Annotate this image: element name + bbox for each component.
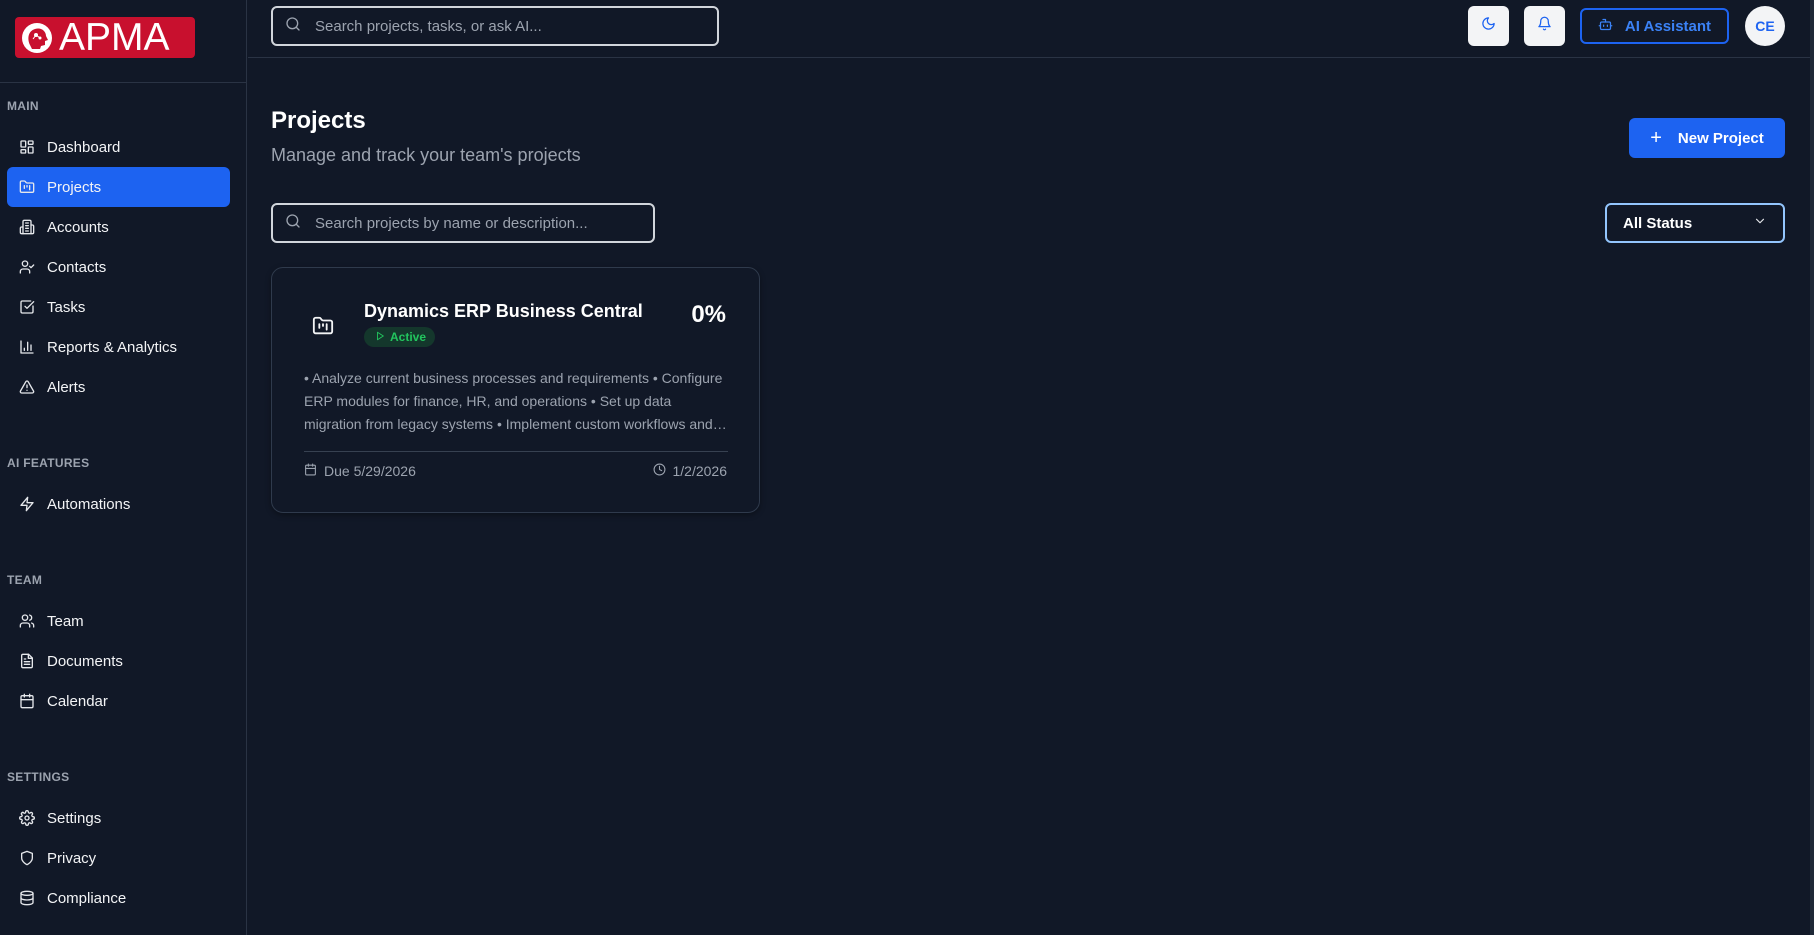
zap-icon <box>19 496 35 512</box>
bot-icon <box>1598 17 1625 36</box>
project-name: Dynamics ERP Business Central <box>364 301 643 321</box>
sidebar-item-label: Automations <box>47 495 131 513</box>
sidebar-item-label: Privacy <box>47 849 97 867</box>
section-team-label: TEAM <box>7 573 43 587</box>
search-icon <box>285 16 301 37</box>
new-project-label: New Project <box>1677 129 1764 147</box>
checkbox-icon <box>19 299 35 315</box>
page-title: Projects <box>271 107 366 134</box>
users-icon <box>19 613 35 629</box>
due-date-label: Due 5/29/2026 <box>324 463 416 479</box>
sidebar-item-alerts[interactable]: Alerts <box>7 367 230 407</box>
project-search[interactable] <box>271 203 655 243</box>
calendar-icon <box>304 463 324 479</box>
global-search[interactable] <box>271 6 719 46</box>
user-check-icon <box>19 259 35 275</box>
ai-assistant-button[interactable]: AI Assistant <box>1580 8 1729 44</box>
sidebar-item-label: Contacts <box>47 258 107 276</box>
status-badge-label: Active <box>390 330 427 344</box>
clock-icon <box>653 463 673 479</box>
moon-icon <box>1481 16 1496 36</box>
chevron-down-icon <box>1753 214 1767 232</box>
sidebar-item-calendar[interactable]: Calendar <box>7 681 230 721</box>
topbar: AI Assistant CE <box>248 0 1810 58</box>
project-card[interactable]: Dynamics ERP Business Central 0% Active … <box>271 267 760 513</box>
sidebar-item-label: Tasks <box>47 298 86 316</box>
project-progress: 0% <box>691 301 726 328</box>
sidebar-item-label: Dashboard <box>47 138 121 156</box>
calendar-icon <box>19 693 35 709</box>
search-icon <box>285 213 301 234</box>
building-icon <box>19 219 35 235</box>
file-text-icon <box>19 653 35 669</box>
sidebar-item-privacy[interactable]: Privacy <box>7 838 230 878</box>
section-settings-label: SETTINGS <box>7 770 70 784</box>
alert-triangle-icon <box>19 379 35 395</box>
sidebar-item-label: Compliance <box>47 889 127 907</box>
sidebar-item-tasks[interactable]: Tasks <box>7 287 230 327</box>
sidebar-item-compliance[interactable]: Compliance <box>7 878 230 918</box>
brain-head-icon <box>15 17 59 58</box>
sidebar-item-team[interactable]: Team <box>7 601 230 641</box>
sidebar-item-label: Settings <box>47 809 102 827</box>
sidebar-item-label: Projects <box>47 178 102 196</box>
sidebar-item-documents[interactable]: Documents <box>7 641 230 681</box>
global-search-input[interactable] <box>315 17 695 35</box>
project-description: • Analyze current business processes and… <box>304 370 723 432</box>
plus-icon: + <box>1650 127 1662 149</box>
sidebar-item-dashboard[interactable]: Dashboard <box>7 127 230 167</box>
gear-icon <box>19 810 35 826</box>
project-start-date: 1/2/2026 <box>653 463 728 479</box>
status-filter-value: All Status <box>1623 214 1693 232</box>
ai-assistant-label: AI Assistant <box>1624 17 1712 35</box>
sidebar-item-settings[interactable]: Settings <box>7 798 230 838</box>
shield-icon <box>19 850 35 866</box>
apma-logo[interactable]: APMA <box>15 17 195 58</box>
sidebar-item-label: Documents <box>47 652 123 670</box>
bar-chart-icon <box>19 339 35 355</box>
sidebar-item-contacts[interactable]: Contacts <box>7 247 230 287</box>
card-divider <box>304 451 728 452</box>
sidebar-item-label: Accounts <box>47 218 109 236</box>
section-ai-features-label: AI FEATURES <box>7 456 90 470</box>
notifications-button[interactable] <box>1524 6 1565 46</box>
folder-kanban-icon <box>19 179 35 195</box>
sidebar-item-label: Alerts <box>47 378 86 396</box>
bell-icon <box>1537 16 1552 36</box>
play-icon <box>375 330 390 344</box>
project-due-date: Due 5/29/2026 <box>304 463 416 479</box>
status-badge: Active <box>364 327 436 347</box>
dashboard-icon <box>19 139 35 155</box>
page-subtitle: Manage and track your team's projects <box>271 145 581 165</box>
sidebar-item-label: Calendar <box>47 692 108 710</box>
logo-area: APMA <box>0 0 246 83</box>
sidebar-item-label: Team <box>47 612 84 630</box>
sidebar-item-projects[interactable]: Projects <box>7 167 230 207</box>
logo-text: APMA <box>59 16 170 59</box>
sidebar-item-label: Reports & Analytics <box>47 338 178 356</box>
sidebar-item-reports[interactable]: Reports & Analytics <box>7 327 230 367</box>
sidebar-item-automations[interactable]: Automations <box>7 484 230 524</box>
database-icon <box>19 890 35 906</box>
user-avatar[interactable]: CE <box>1745 6 1785 46</box>
status-filter-select[interactable]: All Status <box>1605 203 1785 243</box>
folder-kanban-icon <box>312 315 336 339</box>
scrollbar[interactable] <box>1810 0 1814 935</box>
project-search-input[interactable] <box>315 214 645 232</box>
new-project-button[interactable]: + New Project <box>1629 118 1785 158</box>
start-date-label: 1/2/2026 <box>672 463 728 479</box>
sidebar-item-accounts[interactable]: Accounts <box>7 207 230 247</box>
theme-toggle-button[interactable] <box>1468 6 1509 46</box>
sidebar: APMA MAIN Dashboard Projects Accounts Co… <box>0 0 247 935</box>
section-main-label: MAIN <box>7 99 39 113</box>
